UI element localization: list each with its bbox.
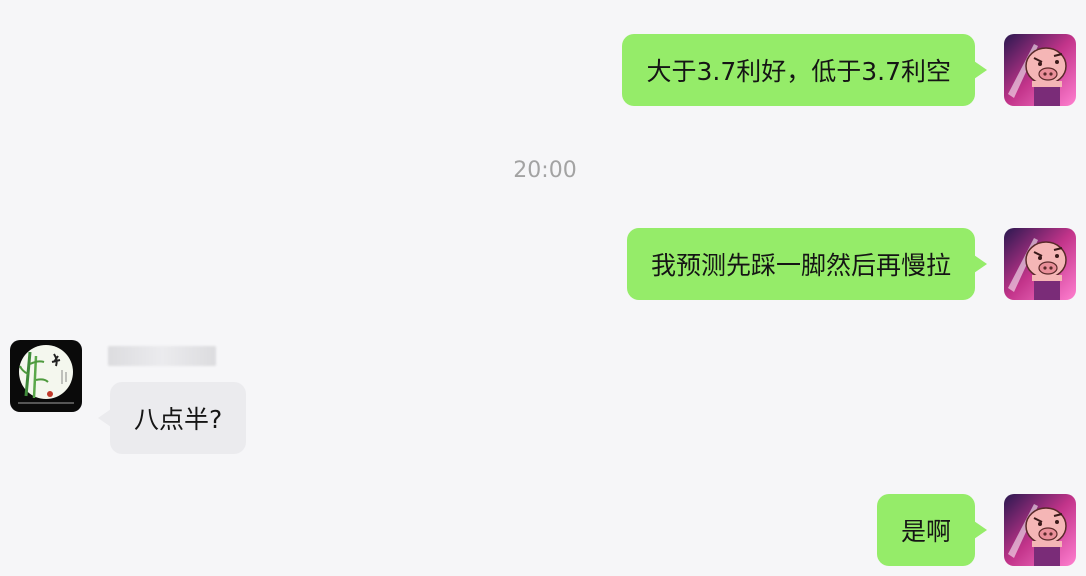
self-avatar[interactable] <box>1004 494 1076 566</box>
chat-message-list[interactable]: 大于3.7利好，低于3.7利空 20:00 我预测先踩一脚然后再慢拉 八点半? … <box>0 0 1086 576</box>
message-timestamp: 20:00 <box>513 158 577 183</box>
contact-avatar[interactable] <box>10 340 82 412</box>
message-text: 八点半? <box>134 405 223 434</box>
cartoon-pig-avatar-icon <box>1004 34 1076 106</box>
message-bubble-outgoing[interactable]: 是啊 <box>876 494 988 566</box>
self-avatar[interactable] <box>1004 34 1076 106</box>
sender-name-blurred <box>108 346 216 366</box>
cartoon-pig-avatar-icon <box>1004 494 1076 566</box>
message-bubble-outgoing[interactable]: 我预测先踩一脚然后再慢拉 <box>626 228 988 300</box>
bamboo-ink-avatar-icon <box>10 340 82 412</box>
message-text: 我预测先踩一脚然后再慢拉 <box>650 251 951 280</box>
message-text: 大于3.7利好，低于3.7利空 <box>646 57 951 86</box>
self-avatar[interactable] <box>1004 228 1076 300</box>
message-bubble-incoming[interactable]: 八点半? <box>97 382 247 454</box>
message-bubble-outgoing[interactable]: 大于3.7利好，低于3.7利空 <box>622 34 987 106</box>
cartoon-pig-avatar-icon <box>1004 228 1076 300</box>
message-text: 是啊 <box>900 517 951 546</box>
